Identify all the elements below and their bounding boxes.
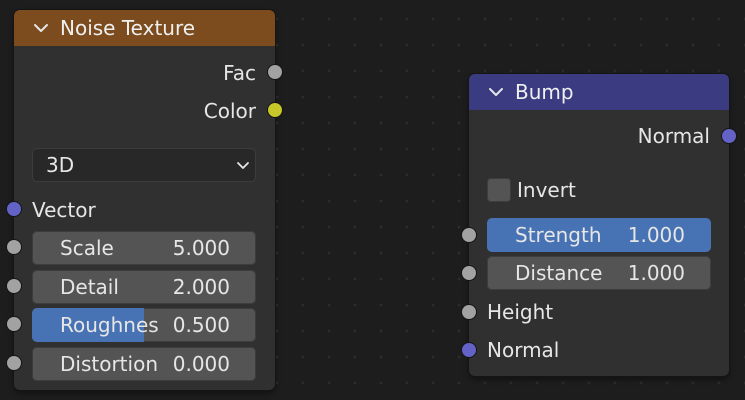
collapse-chevron-icon[interactable] [32, 19, 50, 37]
normal-input-label: Normal [487, 338, 560, 362]
node-title: Bump [515, 80, 574, 104]
vector-input-label: Vector [32, 198, 96, 222]
normal-output-socket[interactable] [722, 129, 736, 143]
fac-output-socket[interactable] [268, 65, 282, 79]
scale-label: Scale [60, 236, 114, 260]
invert-label: Invert [517, 178, 576, 202]
detail-input-socket[interactable] [7, 279, 21, 293]
roughness-label: Roughnes [60, 313, 159, 337]
invert-checkbox[interactable] [487, 178, 511, 202]
bump-header[interactable]: Bump [469, 74, 729, 110]
output-label-fac: Fac [223, 61, 256, 85]
normal-output-label: Normal [637, 124, 710, 148]
noise-texture-node[interactable]: Noise Texture Fac Color 3D Vector Scale … [14, 10, 275, 390]
detail-label: Detail [60, 275, 119, 299]
detail-field[interactable]: Detail 2.000 [32, 270, 256, 304]
dimensions-value: 3D [46, 153, 75, 177]
distance-input-socket[interactable] [462, 266, 476, 280]
chevron-down-icon [237, 162, 249, 169]
roughness-field[interactable]: Roughnes 0.500 [32, 308, 256, 342]
strength-label: Strength [515, 223, 602, 247]
height-input-label: Height [487, 300, 554, 324]
dimensions-dropdown[interactable]: 3D [32, 148, 256, 182]
normal-input-socket[interactable] [462, 343, 476, 357]
roughness-value: 0.500 [172, 313, 230, 337]
height-input-socket[interactable] [462, 305, 476, 319]
distortion-label: Distortion [60, 352, 158, 376]
distortion-value: 0.000 [172, 352, 230, 376]
color-output-socket[interactable] [268, 103, 282, 117]
strength-field[interactable]: Strength 1.000 [487, 218, 711, 252]
noise-texture-header[interactable]: Noise Texture [14, 10, 275, 46]
scale-value: 5.000 [172, 236, 230, 260]
distortion-input-socket[interactable] [7, 356, 21, 370]
bump-node[interactable]: Bump Normal Invert Strength 1.000 Distan… [469, 74, 729, 376]
distance-label: Distance [515, 261, 603, 285]
distortion-field[interactable]: Distortion 0.000 [32, 347, 256, 381]
scale-input-socket[interactable] [7, 240, 21, 254]
collapse-chevron-icon[interactable] [487, 83, 505, 101]
vector-input-socket[interactable] [7, 202, 21, 216]
node-title: Noise Texture [60, 16, 196, 40]
output-label-color: Color [203, 99, 256, 123]
strength-input-socket[interactable] [462, 228, 476, 242]
distance-value: 1.000 [627, 261, 685, 285]
strength-value: 1.000 [627, 223, 685, 247]
scale-field[interactable]: Scale 5.000 [32, 231, 256, 265]
roughness-input-socket[interactable] [7, 317, 21, 331]
distance-field[interactable]: Distance 1.000 [487, 256, 711, 290]
detail-value: 2.000 [172, 275, 230, 299]
